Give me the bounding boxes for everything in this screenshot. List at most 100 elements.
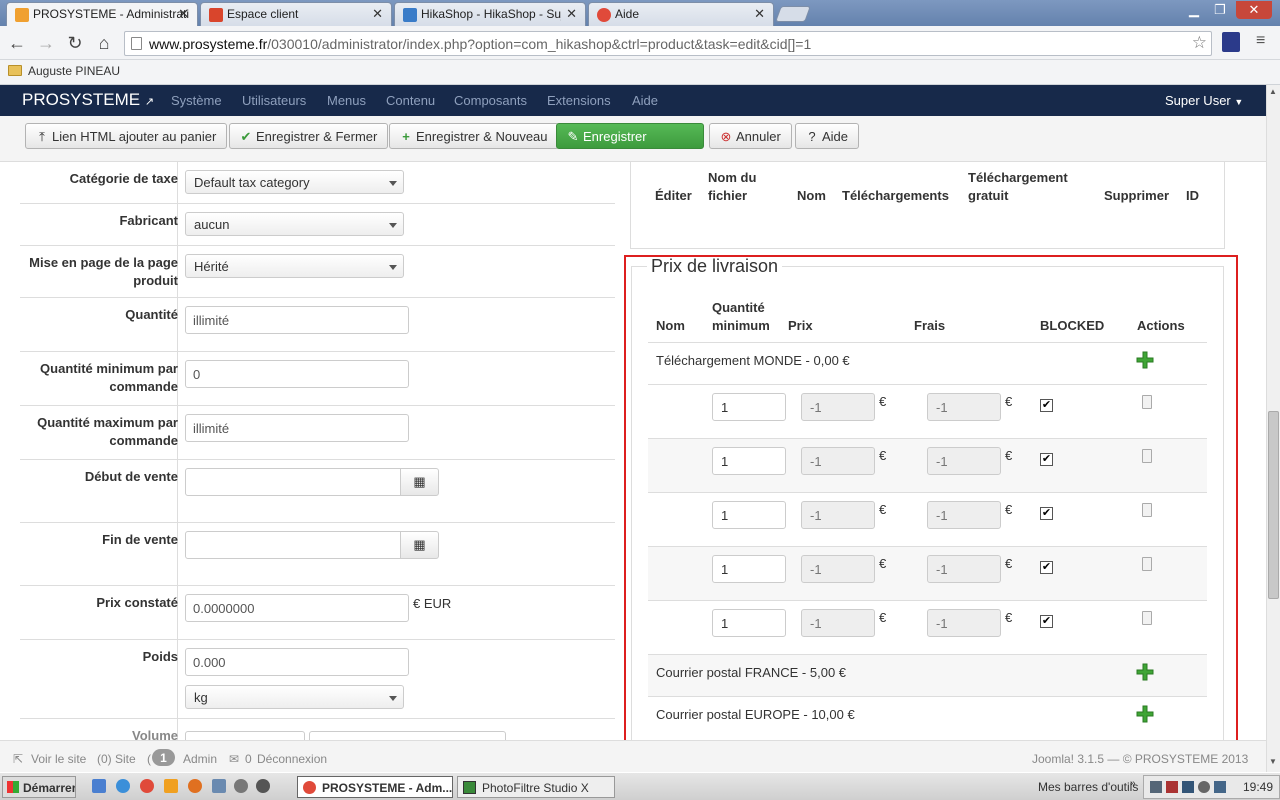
- add-price-icon[interactable]: [1136, 663, 1154, 681]
- extension-icon[interactable]: [1222, 32, 1240, 52]
- fee-field[interactable]: -1: [927, 447, 1001, 475]
- fee-field[interactable]: -1: [927, 555, 1001, 583]
- tray-icon[interactable]: [1214, 781, 1226, 793]
- min-qty-field[interactable]: 1: [712, 609, 786, 637]
- close-tab-icon[interactable]: ✕: [372, 6, 383, 22]
- tray-icon[interactable]: [1166, 781, 1178, 793]
- volume-input-2[interactable]: [309, 731, 506, 740]
- scroll-up-icon[interactable]: ▲: [1269, 87, 1277, 96]
- user-menu[interactable]: Super User ▼: [1165, 93, 1243, 108]
- min-qty-field[interactable]: 1: [712, 393, 786, 421]
- menu-menus[interactable]: Menus: [327, 93, 366, 108]
- blocked-checkbox[interactable]: ✔: [1040, 399, 1053, 412]
- firefox-icon[interactable]: [188, 779, 202, 793]
- quicklaunch-icon[interactable]: [116, 779, 130, 793]
- min-qty-field[interactable]: 1: [712, 447, 786, 475]
- taskbar-window-photofiltre[interactable]: PhotoFiltre Studio X: [457, 776, 615, 798]
- close-tab-icon[interactable]: ✕: [754, 6, 765, 22]
- trash-icon[interactable]: [1142, 503, 1152, 517]
- add-price-icon[interactable]: [1136, 705, 1154, 723]
- menu-systeme[interactable]: Système: [171, 93, 222, 108]
- fee-field[interactable]: -1: [927, 393, 1001, 421]
- menu-extensions[interactable]: Extensions: [547, 93, 611, 108]
- blocked-checkbox[interactable]: ✔: [1040, 615, 1053, 628]
- help-button[interactable]: ? Aide: [795, 123, 860, 149]
- quicklaunch-icon[interactable]: [92, 779, 106, 793]
- msrp-input[interactable]: 0.0000000: [185, 594, 409, 622]
- reload-icon[interactable]: ↻: [65, 33, 85, 53]
- forward-arrow-icon[interactable]: →: [36, 33, 56, 53]
- max-qty-input[interactable]: illimité: [185, 414, 409, 442]
- bookmark-star-icon[interactable]: ☆: [1192, 33, 1207, 53]
- menu-icon[interactable]: ≡: [1256, 32, 1265, 50]
- new-tab-button[interactable]: [775, 6, 811, 22]
- tray-icon[interactable]: [1150, 781, 1162, 793]
- maximize-window-icon[interactable]: ❐: [1209, 1, 1231, 19]
- quicklaunch-icon[interactable]: [234, 779, 248, 793]
- expand-toolbars-icon[interactable]: »: [1130, 778, 1136, 789]
- start-button[interactable]: Démarrer: [2, 776, 76, 798]
- min-qty-input[interactable]: 0: [185, 360, 409, 388]
- price-field[interactable]: -1: [801, 555, 875, 583]
- min-qty-field[interactable]: 1: [712, 555, 786, 583]
- save-new-button[interactable]: + Enregistrer & Nouveau: [389, 123, 559, 149]
- manufacturer-select[interactable]: aucun: [185, 212, 404, 236]
- trash-icon[interactable]: [1142, 449, 1152, 463]
- site-brand[interactable]: PROSYSTEME ↗: [22, 90, 154, 110]
- tab-aide[interactable]: Aide ✕: [588, 2, 774, 26]
- menu-contenu[interactable]: Contenu: [386, 93, 435, 108]
- quicklaunch-icon[interactable]: [212, 779, 226, 793]
- min-qty-field[interactable]: 1: [712, 501, 786, 529]
- tray-icon[interactable]: [1182, 781, 1194, 793]
- volume-input[interactable]: [185, 731, 305, 740]
- address-bar[interactable]: www.prosysteme.fr/030010/administrator/i…: [124, 31, 1212, 56]
- scrollbar-thumb[interactable]: [1268, 411, 1279, 599]
- blocked-checkbox[interactable]: ✔: [1040, 453, 1053, 466]
- toolbars-label[interactable]: Mes barres d'outils: [1038, 780, 1138, 794]
- layout-select[interactable]: Hérité: [185, 254, 404, 278]
- price-field[interactable]: -1: [801, 393, 875, 421]
- blocked-checkbox[interactable]: ✔: [1040, 561, 1053, 574]
- taskbar-window-prosysteme[interactable]: PROSYSTEME - Adm...: [297, 776, 453, 798]
- tax-category-select[interactable]: Default tax category: [185, 170, 404, 194]
- sale-start-input[interactable]: [185, 468, 401, 496]
- html-link-button[interactable]: ⤒ Lien HTML ajouter au panier: [25, 123, 228, 149]
- media-player-icon[interactable]: [256, 779, 270, 793]
- minimize-window-icon[interactable]: ▁: [1183, 1, 1205, 19]
- add-price-icon[interactable]: [1136, 351, 1154, 369]
- weight-input[interactable]: 0.000: [185, 648, 409, 676]
- menu-composants[interactable]: Composants: [454, 93, 527, 108]
- menu-aide[interactable]: Aide: [632, 93, 658, 108]
- trash-icon[interactable]: [1142, 611, 1152, 625]
- fee-field[interactable]: -1: [927, 501, 1001, 529]
- price-field[interactable]: -1: [801, 447, 875, 475]
- quantity-input[interactable]: illimité: [185, 306, 409, 334]
- scroll-down-icon[interactable]: ▼: [1269, 757, 1277, 766]
- cancel-button[interactable]: ⊗ Annuler: [709, 123, 792, 149]
- menu-utilisateurs[interactable]: Utilisateurs: [242, 93, 306, 108]
- bookmark-folder-label[interactable]: Auguste PINEAU: [28, 64, 120, 78]
- blocked-checkbox[interactable]: ✔: [1040, 507, 1053, 520]
- price-field[interactable]: -1: [801, 609, 875, 637]
- chrome-icon[interactable]: [140, 779, 154, 793]
- trash-icon[interactable]: [1142, 557, 1152, 571]
- trash-icon[interactable]: [1142, 395, 1152, 409]
- close-window-icon[interactable]: ✕: [1236, 1, 1272, 19]
- tab-hikashop[interactable]: HikaShop - HikaShop - Sujet ✕: [394, 2, 586, 26]
- back-arrow-icon[interactable]: ←: [7, 33, 27, 53]
- calendar-icon[interactable]: ▦: [400, 468, 439, 496]
- price-field[interactable]: -1: [801, 501, 875, 529]
- quicklaunch-icon[interactable]: [164, 779, 178, 793]
- vertical-scrollbar[interactable]: ▲ ▼: [1266, 85, 1280, 772]
- weight-unit-select[interactable]: kg: [185, 685, 404, 709]
- tab-espace-client[interactable]: Espace client ✕: [200, 2, 392, 26]
- close-tab-icon[interactable]: ✕: [178, 6, 189, 22]
- fee-field[interactable]: -1: [927, 609, 1001, 637]
- sale-end-input[interactable]: [185, 531, 401, 559]
- tab-prosysteme-admin[interactable]: PROSYSTEME - Administrati ✕: [6, 2, 198, 26]
- tray-icon[interactable]: [1198, 781, 1210, 793]
- home-icon[interactable]: ⌂: [94, 33, 114, 53]
- save-button[interactable]: ✎ Enregistrer: [556, 123, 704, 149]
- view-site-link[interactable]: Voir le site: [31, 752, 86, 766]
- logout-link[interactable]: Déconnexion: [257, 752, 327, 766]
